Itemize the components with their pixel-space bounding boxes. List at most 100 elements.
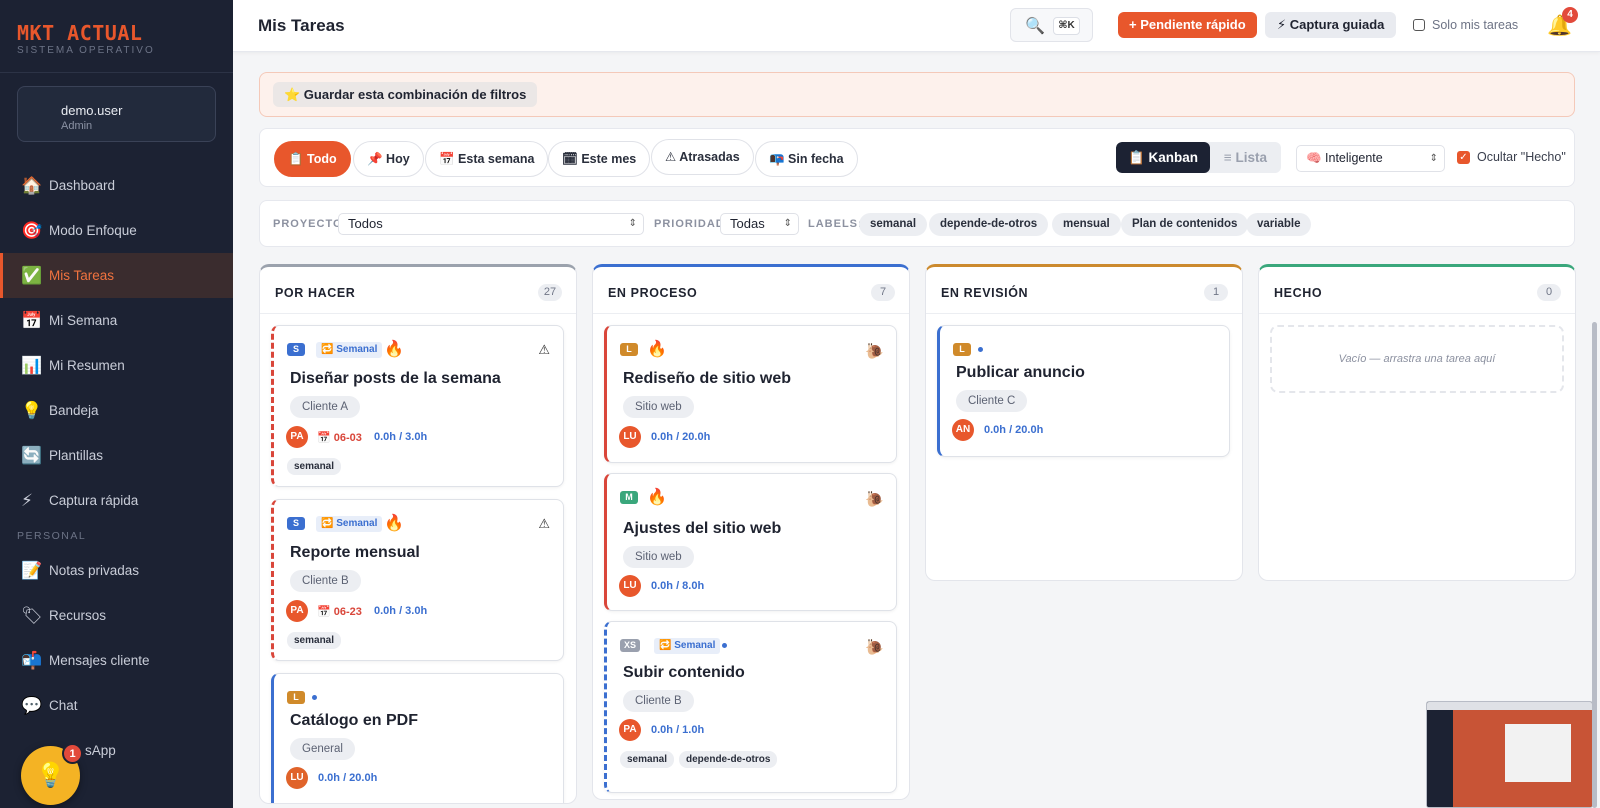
sidebar-item-label: Mensajes cliente (49, 653, 150, 668)
filter-no-date[interactable]: 📭 Sin fecha (755, 141, 858, 177)
lightbulb-icon: 💡 (21, 400, 43, 420)
column-in-progress: EN PROCESO 7 L 🔥 🐌 Rediseño de sitio web… (592, 264, 910, 800)
hide-done-checkbox[interactable]: ✓ Ocultar "Hecho" (1457, 150, 1566, 164)
fire-icon: 🔥 (384, 341, 404, 358)
task-tag: semanal (620, 751, 675, 768)
scrollbar[interactable] (1592, 322, 1597, 808)
avatar: LU (619, 426, 641, 448)
column-count: 1 (1204, 284, 1228, 301)
screenshot-thumbnail[interactable] (1426, 701, 1593, 808)
hours: 0.0h / 20.0h (651, 431, 711, 443)
search-button[interactable]: 🔍 ⌘K (1010, 8, 1093, 42)
view-kanban-button[interactable]: 📋 Kanban (1116, 142, 1210, 173)
fire-icon: 🔥 (647, 341, 667, 358)
target-icon: 🎯 (21, 220, 43, 240)
only-mine-label: Solo mis tareas (1432, 18, 1519, 32)
filter-today[interactable]: 📌 Hoy (353, 141, 424, 177)
sidebar-item-my-week[interactable]: 📅 Mi Semana (0, 298, 233, 343)
filter-all[interactable]: 📋 Todo (274, 141, 351, 177)
task-card[interactable]: M 🔥 🐌 Ajustes del sitio web Sitio web LU… (604, 473, 897, 611)
sidebar-item-focus-mode[interactable]: 🎯 Modo Enfoque (0, 208, 233, 253)
avatar: AN (952, 419, 974, 441)
column-review: EN REVISIÓN 1 L Publicar anuncio Cliente… (925, 264, 1243, 581)
recurrence-badge: 🔁 Semanal (654, 638, 721, 654)
column-count: 27 (538, 284, 562, 301)
task-title: Subir contenido (623, 664, 745, 681)
client-chip: Cliente A (290, 396, 361, 418)
column-count: 0 (1537, 284, 1561, 301)
priority-select[interactable]: Todas ⇕ (720, 213, 799, 235)
user-card[interactable]: demo.user Admin (17, 86, 216, 142)
due-date: 📅 06-23 (317, 606, 362, 618)
search-icon: 🔍 (1025, 18, 1045, 35)
snail-icon: 🐌 (865, 343, 884, 360)
label-chip[interactable]: depende-de-otros (929, 213, 1049, 236)
task-tag: semanal (287, 458, 342, 475)
avatar: PA (286, 600, 308, 622)
quick-pending-button[interactable]: + Pendiente rápido (1118, 12, 1257, 38)
sidebar-item-label: Notas privadas (49, 563, 140, 578)
sidebar-item-client-messages[interactable]: 📬 Mensajes cliente (0, 638, 233, 683)
refresh-icon: 🔄 (21, 445, 43, 465)
column-header: EN REVISIÓN 1 (926, 267, 1242, 314)
status-dot (978, 347, 983, 352)
avatar: PA (619, 719, 641, 741)
sidebar-item-label: Chat (49, 698, 78, 713)
sidebar-item-resources[interactable]: 🏷 Recursos (0, 593, 233, 638)
sidebar-item-quick-capture[interactable]: ⚡ Captura rápida (0, 478, 233, 523)
label-chip[interactable]: mensual (1052, 213, 1121, 236)
label-chip[interactable]: variable (1246, 213, 1312, 236)
project-select[interactable]: Todos ⇕ (338, 213, 644, 235)
sidebar-item-my-tasks[interactable]: ✅ Mis Tareas (0, 253, 233, 298)
fire-icon: 🔥 (384, 515, 404, 532)
notification-badge: 4 (1562, 7, 1578, 23)
hours: 0.0h / 1.0h (651, 724, 705, 736)
status-dot (312, 695, 317, 700)
guided-capture-button[interactable]: ⚡ Captura guiada (1265, 12, 1397, 38)
column-done: HECHO 0 Vacío — arrastra una tarea aquí (1258, 264, 1576, 581)
task-card[interactable]: S 🔁 Semanal 🔥 ⚠ Diseñar posts de la sema… (271, 325, 564, 487)
task-card[interactable]: L Publicar anuncio Cliente C AN 0.0h / 2… (937, 325, 1230, 457)
filter-this-month[interactable]: 🗓 Este mes (548, 141, 651, 177)
project-label: PROYECTO (273, 218, 343, 230)
column-title: EN REVISIÓN (941, 286, 1029, 300)
sidebar-item-dashboard[interactable]: 🏠 Dashboard (0, 163, 233, 208)
snail-icon: 🐌 (865, 491, 884, 508)
checkbox-icon (1413, 19, 1425, 31)
project-value: Todos (348, 216, 383, 231)
view-toggle: 📋 Kanban ≡ Lista (1116, 142, 1281, 173)
sidebar-item-private-notes[interactable]: 📝 Notas privadas (0, 548, 233, 593)
label-chip[interactable]: Plan de contenidos (1121, 213, 1249, 236)
saved-filters-banner: ⭐ Guardar esta combinación de filtros (259, 72, 1575, 117)
sidebar-item-chat[interactable]: 💬 Chat (0, 683, 233, 728)
chevron-updown-icon: ⇕ (628, 218, 637, 229)
task-card[interactable]: S 🔁 Semanal 🔥 ⚠ Reporte mensual Cliente … (271, 499, 564, 661)
sidebar-item-templates[interactable]: 🔄 Plantillas (0, 433, 233, 478)
save-filters-button[interactable]: ⭐ Guardar esta combinación de filtros (273, 82, 538, 107)
filter-this-week[interactable]: 📅 Esta semana (425, 141, 549, 177)
time-filter-bar: 📋 Todo 📌 Hoy 📅 Esta semana 🗓 Este mes ⚠ … (259, 128, 1575, 187)
task-card[interactable]: L Catálogo en PDF General LU 0.0h / 20.0… (271, 673, 564, 803)
filter-overdue[interactable]: ⚠ Atrasadas (651, 139, 754, 175)
task-title: Catálogo en PDF (290, 712, 419, 729)
chart-icon: 📊 (21, 355, 43, 375)
only-mine-checkbox[interactable]: Solo mis tareas (1413, 18, 1518, 32)
size-badge: L (953, 343, 971, 356)
column-title: POR HACER (275, 286, 356, 300)
sidebar-item-my-summary[interactable]: 📊 Mi Resumen (0, 343, 233, 388)
column-title: HECHO (1274, 286, 1323, 300)
task-card[interactable]: XS 🔁 Semanal 🐌 Subir contenido Cliente B… (604, 621, 897, 793)
lightning-icon: ⚡ (21, 490, 33, 510)
empty-drop-zone[interactable]: Vacío — arrastra una tarea aquí (1270, 325, 1564, 393)
hours: 0.0h / 20.0h (984, 424, 1044, 436)
sidebar-item-inbox[interactable]: 💡 Bandeja (0, 388, 233, 433)
task-card[interactable]: L 🔥 🐌 Rediseño de sitio web Sitio web LU… (604, 325, 897, 463)
lightbulb-icon: 💡 (35, 762, 66, 789)
label-chip[interactable]: semanal (859, 213, 928, 236)
sort-mode-select[interactable]: 🧠 Inteligente ⇕ (1296, 145, 1445, 172)
sidebar-section-personal: PERSONAL (17, 530, 87, 542)
labels-label: LABELS: (808, 218, 863, 230)
sidebar-item-label: Mis Tareas (49, 268, 115, 283)
sidebar: MKT ACTUAL SISTEMA OPERATIVO demo.user A… (0, 0, 233, 808)
view-list-button[interactable]: ≡ Lista (1210, 142, 1281, 173)
